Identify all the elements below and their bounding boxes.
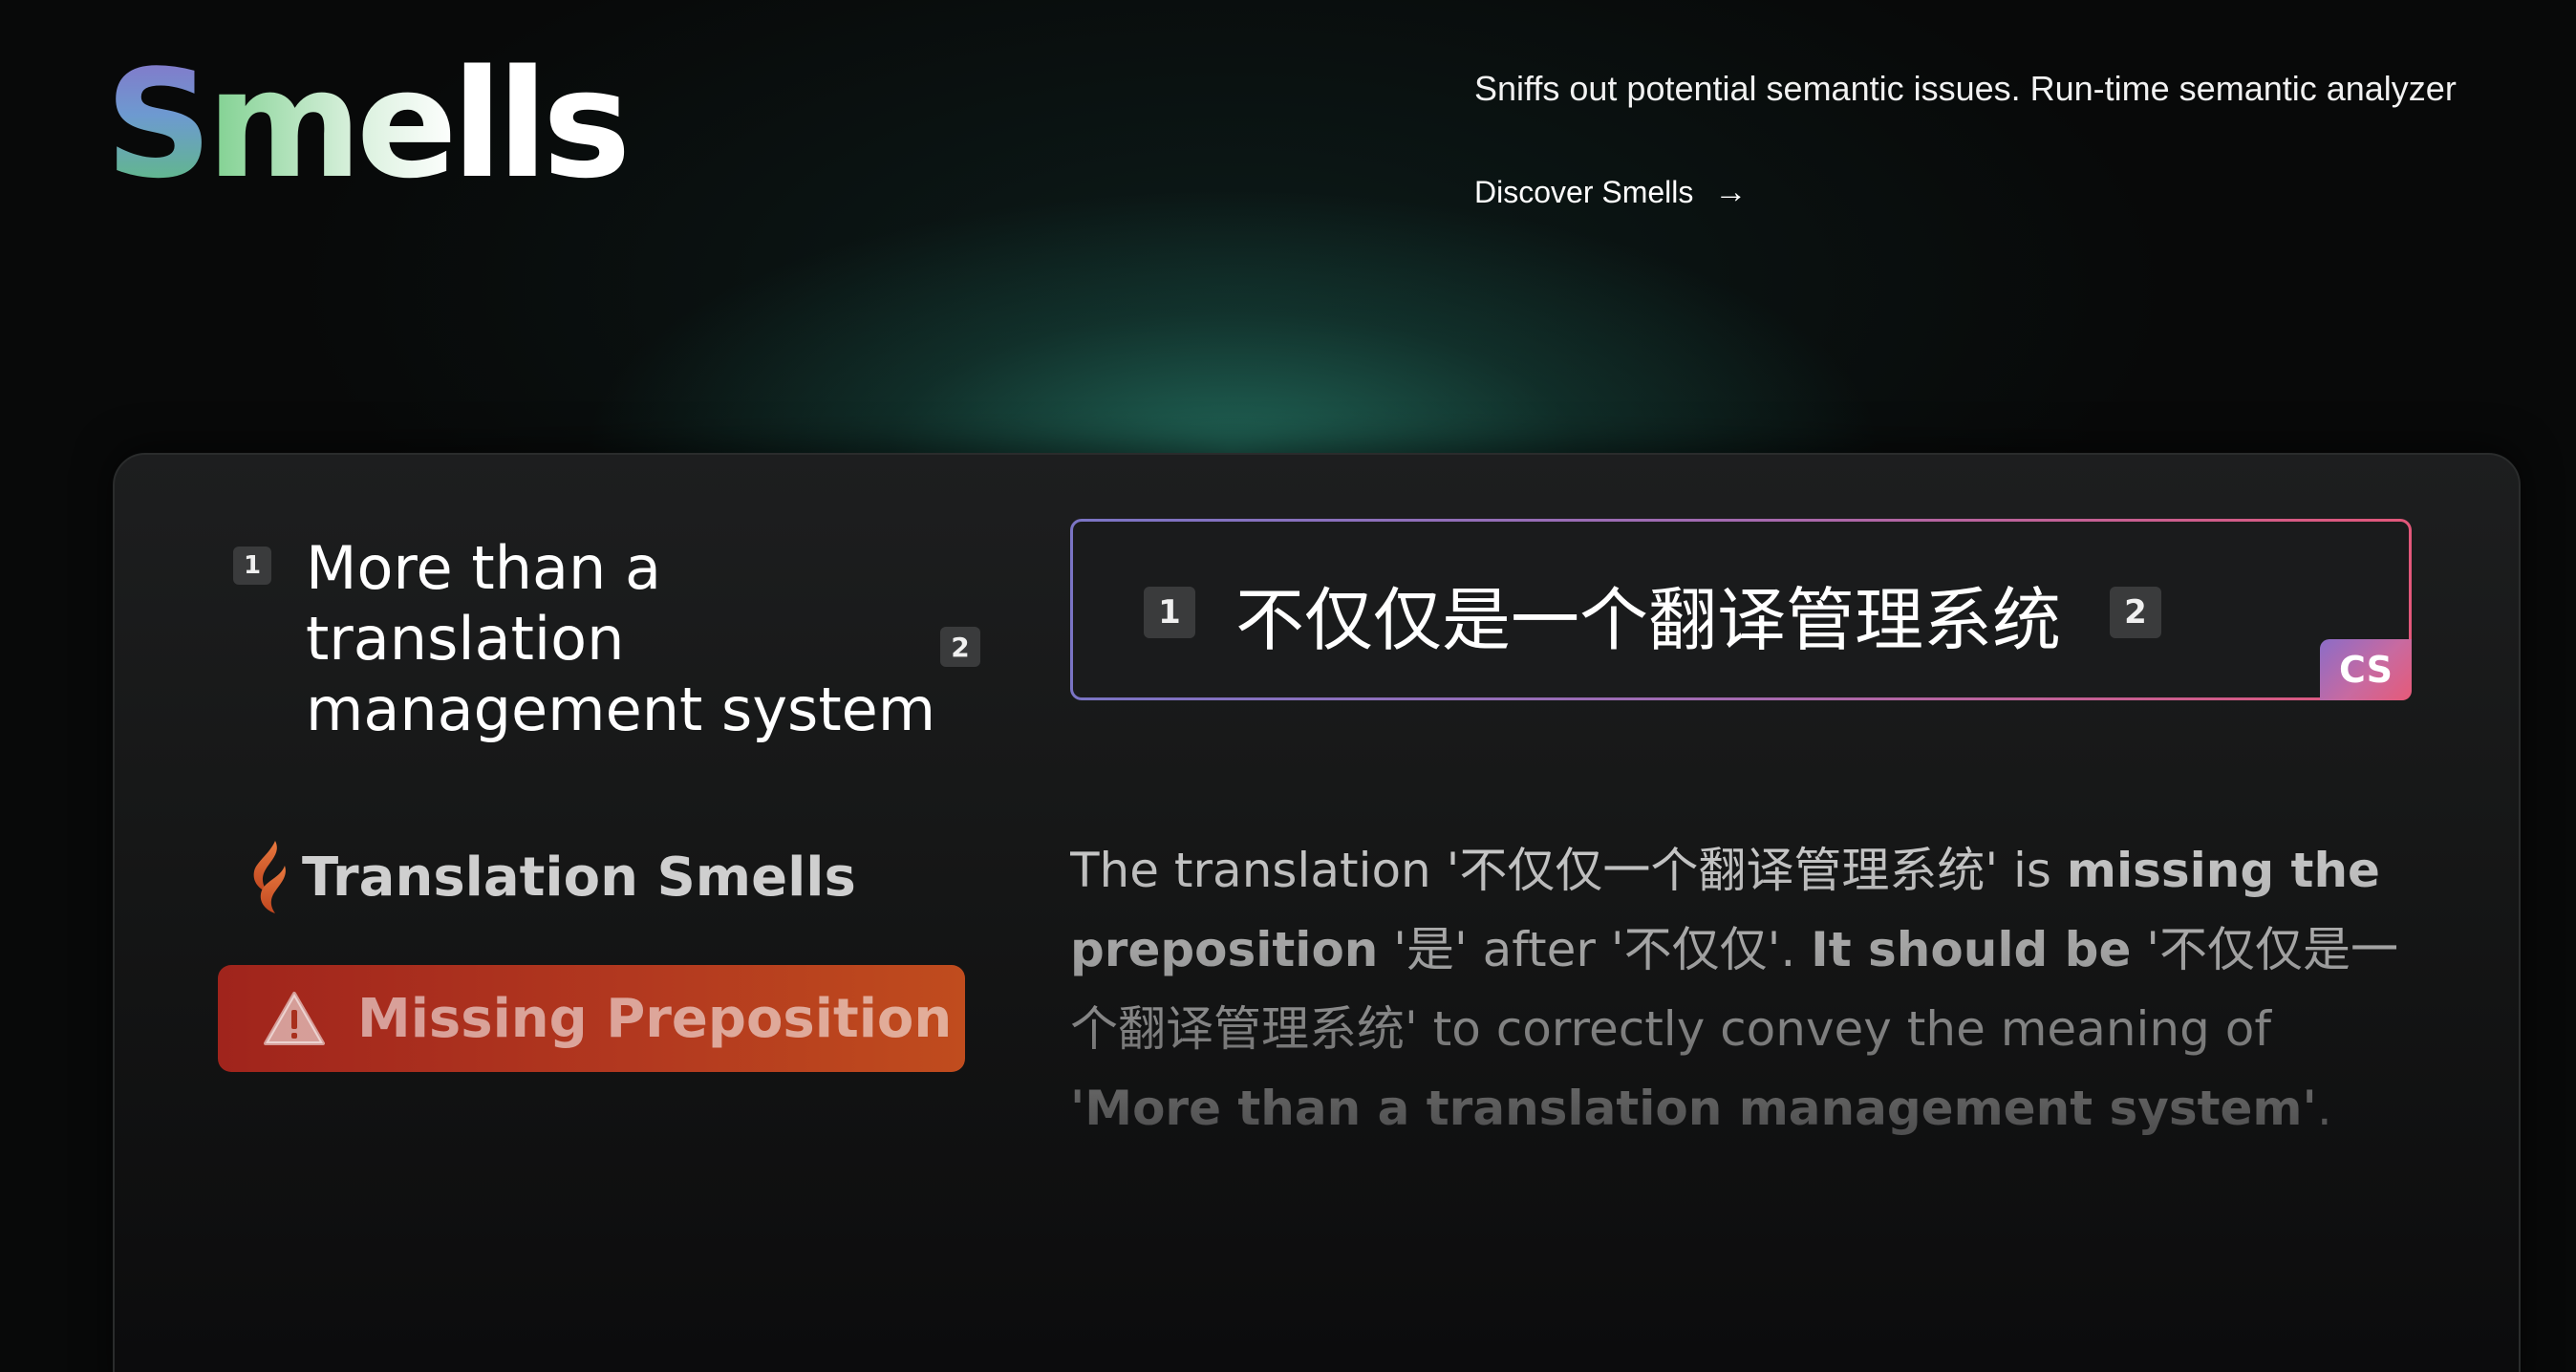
source-text: More than a translation management syste…	[306, 533, 936, 744]
discover-label: Discover Smells	[1474, 175, 1694, 209]
target-tag-start-badge: 1	[1144, 587, 1195, 638]
issue-explanation: The translation '不仅仅一个翻译管理系统' is missing…	[1070, 831, 2427, 1148]
arrow-right-icon: →	[1714, 174, 1748, 210]
explanation-bold-3: 'More than a translation management syst…	[1070, 1081, 2317, 1136]
logo-initial: S	[105, 37, 212, 211]
target-tag-end-badge: 2	[2110, 587, 2161, 638]
explanation-part-2: '是' after '不仅仅'.	[1378, 922, 1812, 977]
flame-icon	[253, 841, 286, 913]
language-tag-badge: CS	[2320, 639, 2412, 700]
tagline: Sniffs out potential semantic issues. Ru…	[1474, 69, 2457, 108]
issue-label: Missing Preposition	[357, 987, 953, 1050]
smells-logo[interactable]: Smells	[105, 50, 632, 199]
target-translation-inner: 1 不仅仅是一个翻译管理系统 2 CS	[1073, 522, 2412, 700]
target-translation-box[interactable]: 1 不仅仅是一个翻译管理系统 2 CS	[1070, 519, 2412, 700]
translation-smells-header: Translation Smells	[247, 839, 856, 915]
translation-smells-title: Translation Smells	[302, 846, 856, 909]
explanation-part-1: The translation '不仅仅一个翻译管理系统' is	[1070, 843, 2067, 898]
explanation-bold-2: It should be	[1811, 922, 2132, 977]
missing-preposition-issue[interactable]: Missing Preposition	[218, 965, 965, 1072]
logo-rest: mells	[206, 37, 631, 211]
discover-smells-link[interactable]: Discover Smells →	[1474, 174, 1747, 211]
source-tag-end-badge: 2	[940, 627, 980, 667]
explanation-part-4: .	[2316, 1081, 2332, 1136]
page: Smells Sniffs out potential semantic iss…	[0, 0, 2576, 1372]
source-tag-start-badge: 1	[233, 547, 271, 585]
warning-icon	[264, 992, 325, 1045]
target-text: 不仅仅是一个翻译管理系统	[1235, 580, 2062, 660]
